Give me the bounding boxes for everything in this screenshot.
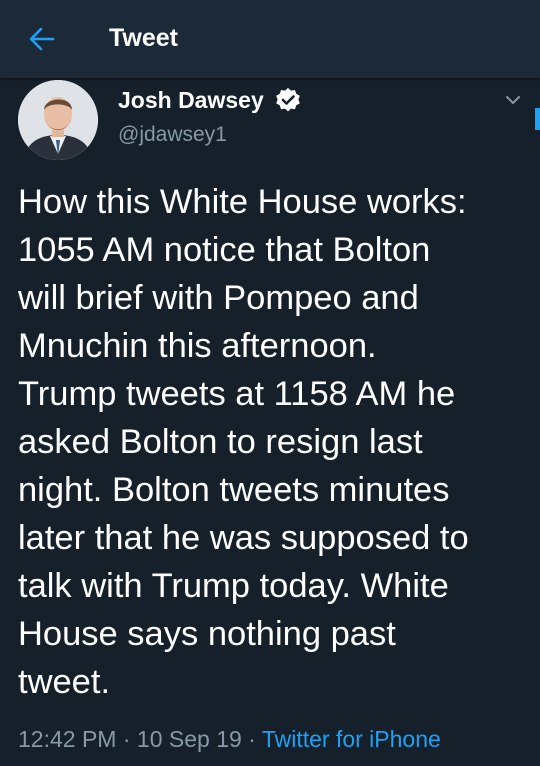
tweet-time: 12:42 PM [18,726,117,752]
scrollbar[interactable] [535,108,540,130]
author-name[interactable]: Josh Dawsey [118,86,264,114]
tweet-text: How this White House works: 1055 AM noti… [18,183,469,701]
meta-separator: · [122,726,131,752]
profile-photo [18,80,98,160]
verified-badge-icon [276,88,300,112]
tweet-date: 10 Sep 19 [136,726,242,752]
page-title: Tweet [109,24,178,52]
arrow-left-icon[interactable] [27,24,57,54]
tweet-metadata: 12:42 PM · 10 Sep 19 · Twitter for iPhon… [18,724,441,754]
chevron-down-icon[interactable] [503,90,523,110]
author-handle[interactable]: @jdawsey1 [118,122,227,148]
meta-separator: · [248,726,256,752]
avatar[interactable] [18,80,98,160]
tweet-source-link[interactable]: Twitter for iPhone [262,726,441,752]
app-header: Tweet [0,0,540,78]
